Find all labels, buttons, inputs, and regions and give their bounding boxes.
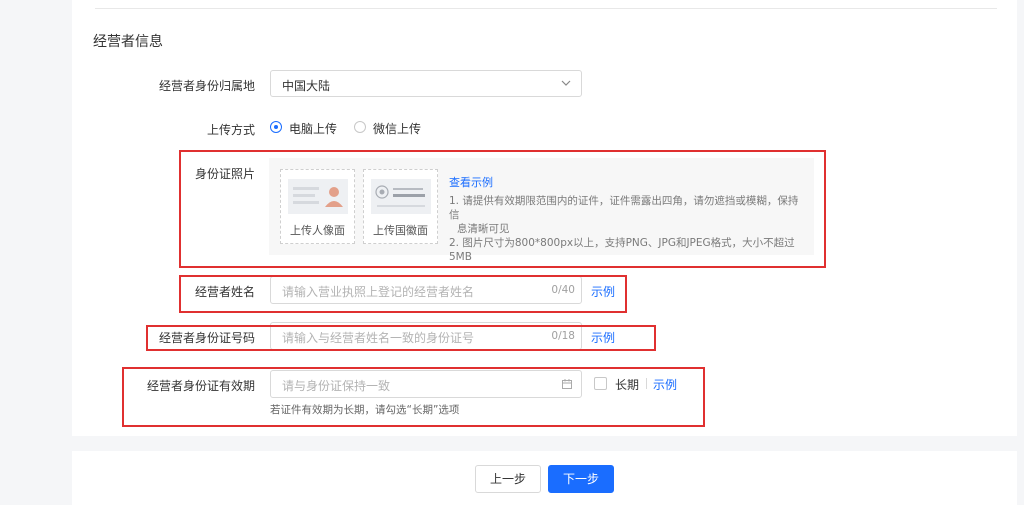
previous-step-button[interactable]: 上一步 xyxy=(475,465,541,493)
region-value: 中国大陆 xyxy=(282,79,331,93)
id-validity-placeholder: 请与身份证保持一致 xyxy=(282,379,391,393)
calendar-icon[interactable] xyxy=(562,379,572,389)
upload-method-label: 上传方式 xyxy=(206,123,255,137)
radio-label: 微信上传 xyxy=(373,122,422,136)
id-photo-panel: 上传人像面 上传国徽面 查看示例 1. 请提供有效期限范围内的证件，证件需露出四… xyxy=(269,158,814,263)
note-line: 1. 请提供有效期限范围内的证件，证件需露出四角，请勿遮挡或模糊，保持信 xyxy=(449,195,799,221)
upload-back-caption: 上传国徽面 xyxy=(373,224,428,237)
long-term-label: 长期 xyxy=(615,378,640,392)
name-example-link[interactable]: 示例 xyxy=(591,283,615,300)
upload-front-caption: 上传人像面 xyxy=(290,224,345,237)
name-input[interactable]: 请输入营业执照上登记的经营者姓名 0/40 xyxy=(270,276,582,304)
id-validity-hint: 若证件有效期为长期，请勾选“长期”选项 xyxy=(270,404,460,416)
region-label: 经营者身份归属地 xyxy=(158,79,255,93)
id-number-input[interactable]: 请输入与经营者姓名一致的身份证号 0/18 xyxy=(270,322,582,350)
radio-unchecked-icon xyxy=(354,121,366,133)
chevron-down-icon xyxy=(561,80,571,86)
id-number-example-link[interactable]: 示例 xyxy=(591,329,615,346)
id-photo-label: 身份证照片 xyxy=(194,167,255,181)
upload-notes: 1. 请提供有效期限范围内的证件，证件需露出四角，请勿遮挡或模糊，保持信 息清晰… xyxy=(449,194,807,264)
id-validity-label: 经营者身份证有效期 xyxy=(146,379,255,393)
note-line: 2. 图片尺寸为800*800px以上，支持PNG、JPG和JPEG格式，大小不… xyxy=(449,237,795,263)
view-example-link[interactable]: 查看示例 xyxy=(449,174,493,190)
section-title: 经营者信息 xyxy=(93,34,163,50)
id-validity-input[interactable]: 请与身份证保持一致 xyxy=(270,370,582,398)
radio-label: 电脑上传 xyxy=(289,122,338,136)
id-back-placeholder-icon xyxy=(371,179,431,214)
upload-front-button[interactable]: 上传人像面 xyxy=(280,169,355,244)
region-select[interactable]: 中国大陆 xyxy=(270,70,582,97)
name-placeholder: 请输入营业执照上登记的经营者姓名 xyxy=(282,285,475,299)
footer-bar xyxy=(72,451,1017,505)
id-number-label: 经营者身份证号码 xyxy=(158,331,255,345)
divider xyxy=(95,8,997,9)
upload-back-button[interactable]: 上传国徽面 xyxy=(363,169,438,244)
id-number-counter: 0/18 xyxy=(551,330,575,342)
name-counter: 0/40 xyxy=(551,284,575,296)
id-front-placeholder-icon xyxy=(288,179,348,214)
id-number-placeholder: 请输入与经营者姓名一致的身份证号 xyxy=(282,331,475,345)
name-label: 经营者姓名 xyxy=(194,285,255,299)
next-step-button[interactable]: 下一步 xyxy=(548,465,614,493)
id-validity-example-link[interactable]: 示例 xyxy=(653,376,677,393)
separator xyxy=(646,378,647,389)
note-line: 息清晰可见 xyxy=(457,223,510,235)
long-term-checkbox[interactable] xyxy=(594,377,607,390)
radio-checked-icon xyxy=(270,121,282,133)
